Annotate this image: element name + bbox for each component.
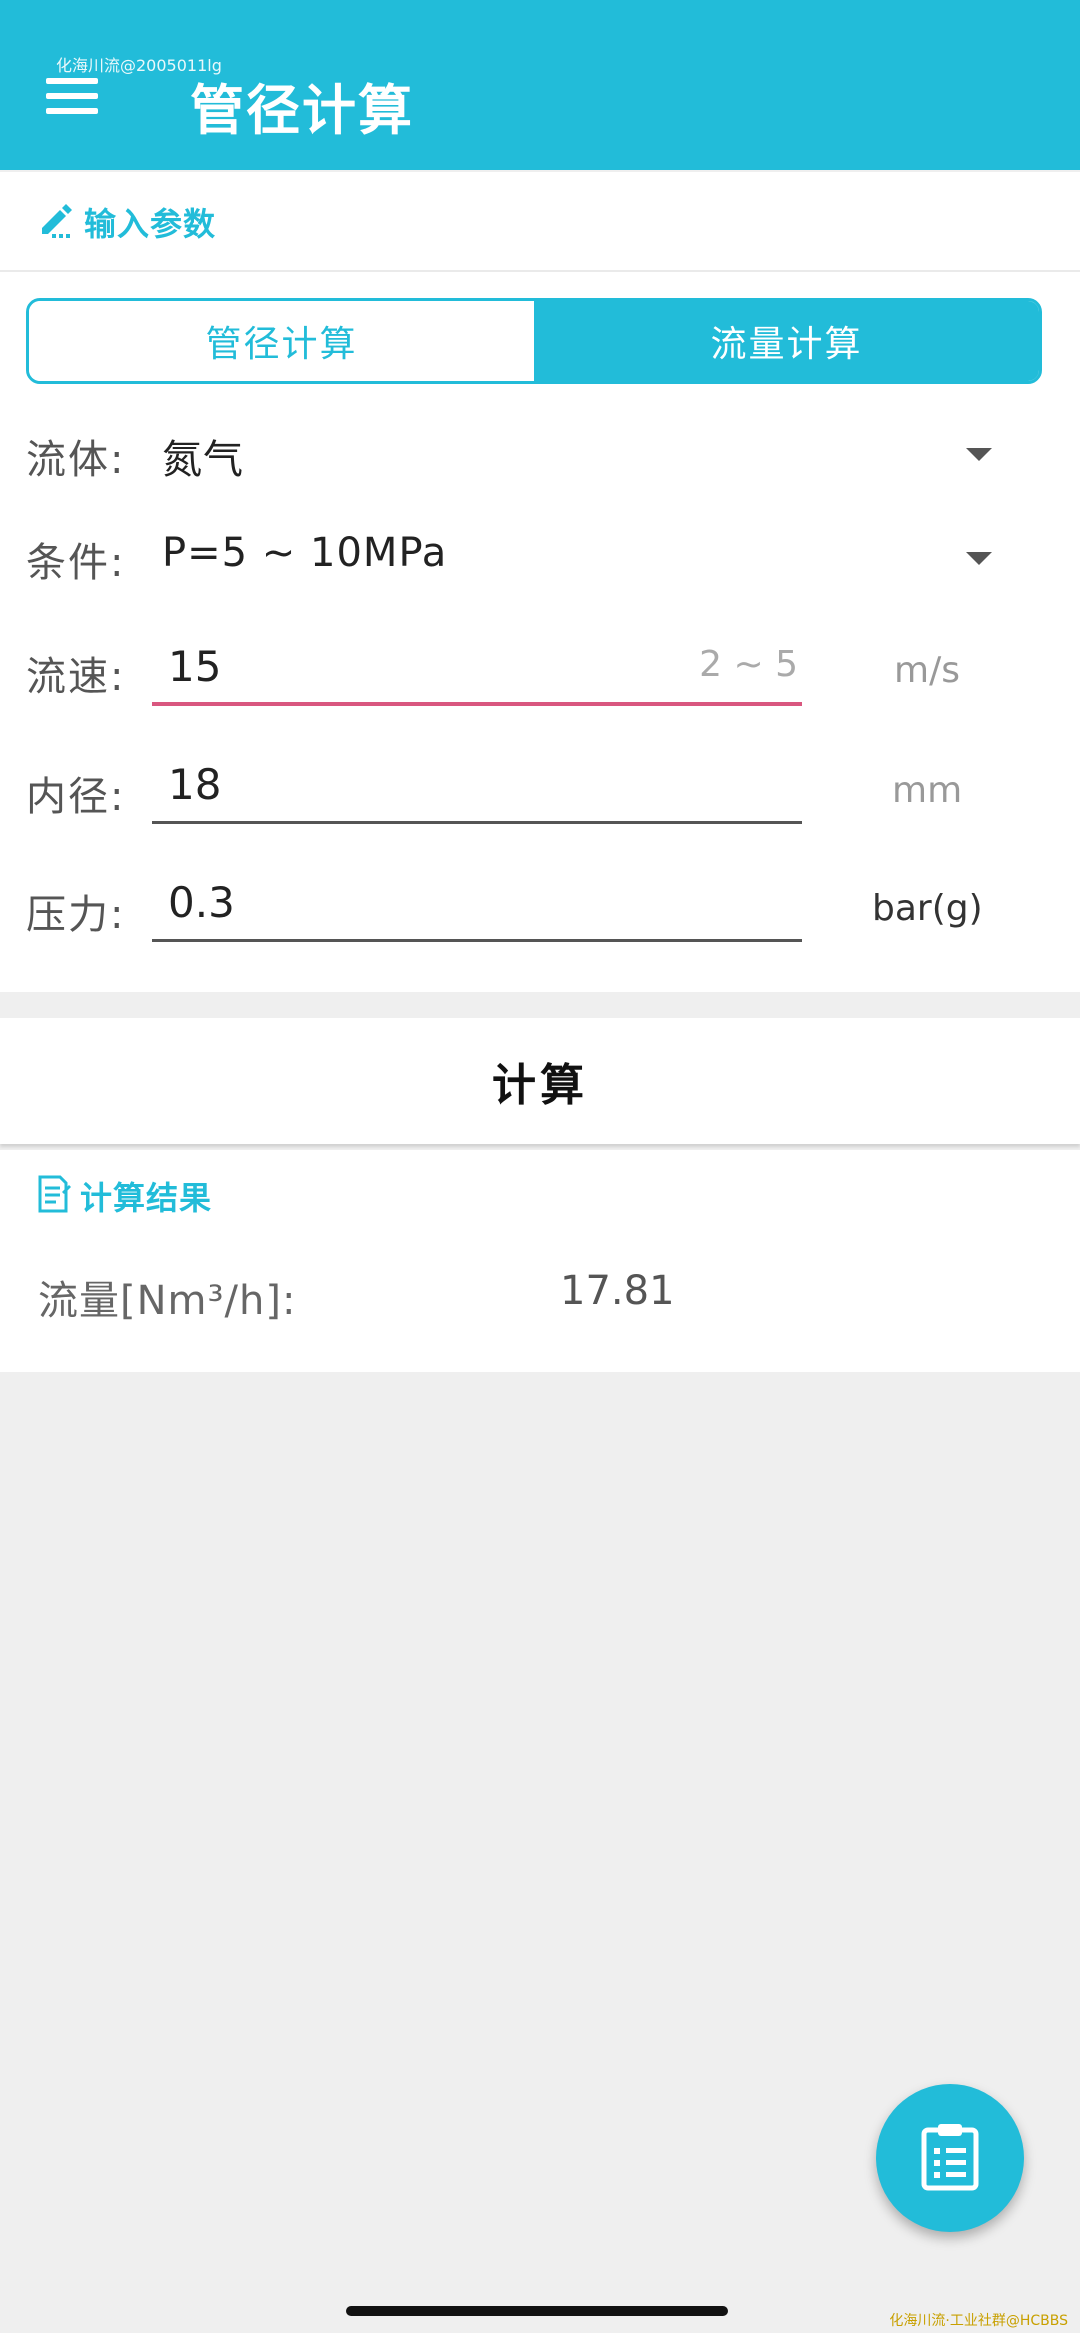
velocity-input[interactable]	[152, 634, 668, 698]
tab-pipe-diameter[interactable]: 管径计算	[29, 301, 534, 381]
velocity-unit: m/s	[894, 650, 960, 691]
mode-segmented-control: 管径计算 流量计算	[26, 298, 1042, 384]
page-title: 管径计算	[190, 79, 414, 142]
fluid-label: 流体:	[26, 437, 126, 483]
inner-diameter-label: 内径:	[26, 774, 126, 820]
fluid-value: 氮气	[162, 437, 244, 483]
pressure-input[interactable]	[152, 870, 668, 934]
fluid-dropdown-arrow-icon[interactable]	[966, 448, 992, 461]
inner-diameter-unit: mm	[892, 770, 963, 811]
clipboard-list-icon	[918, 2120, 982, 2196]
pressure-unit: bar(g)	[872, 888, 983, 929]
result-card: 计算结果 流量[Nm³/h]: 17.81	[0, 1150, 1080, 1372]
result-section-title: 计算结果	[80, 1179, 213, 1217]
pencil-icon	[36, 200, 76, 244]
inner-diameter-field[interactable]	[152, 752, 802, 824]
tab-flow-rate[interactable]: 流量计算	[534, 301, 1039, 381]
fluid-select[interactable]	[150, 422, 1010, 492]
pressure-underline	[152, 939, 802, 942]
divider	[0, 270, 1080, 272]
input-card: 输入参数 管径计算 流量计算 流体: 氮气 条件: P=5 ~ 10MPa 流速…	[0, 172, 1080, 992]
watermark-bottom: 化海川流·工业社群@HCBBS	[889, 2313, 1068, 2329]
input-section-header: 输入参数	[36, 192, 216, 252]
home-indicator[interactable]	[346, 2306, 728, 2316]
velocity-label: 流速:	[26, 654, 126, 700]
condition-dropdown-arrow-icon[interactable]	[966, 552, 992, 565]
velocity-field[interactable]: 2 ~ 5	[152, 634, 802, 706]
inner-diameter-input[interactable]	[152, 752, 668, 816]
document-icon	[36, 1174, 72, 1218]
result-section-header: 计算结果	[36, 1166, 212, 1226]
calculate-button[interactable]: 计算	[0, 1018, 1080, 1144]
menu-icon[interactable]	[46, 74, 102, 118]
history-fab-button[interactable]	[876, 2084, 1024, 2232]
inner-diameter-underline	[152, 821, 802, 824]
pressure-label: 压力:	[26, 892, 126, 938]
condition-value: P=5 ~ 10MPa	[162, 530, 448, 576]
condition-label: 条件:	[26, 540, 126, 586]
pressure-field[interactable]	[152, 870, 802, 942]
input-section-title: 输入参数	[84, 205, 217, 243]
velocity-hint: 2 ~ 5	[699, 644, 798, 685]
result-label: 流量[Nm³/h]:	[38, 1278, 297, 1324]
result-value: 17.81	[560, 1268, 675, 1314]
velocity-underline	[152, 702, 802, 706]
app-bar: 化海川流@2005011lg 管径计算	[0, 0, 1080, 170]
